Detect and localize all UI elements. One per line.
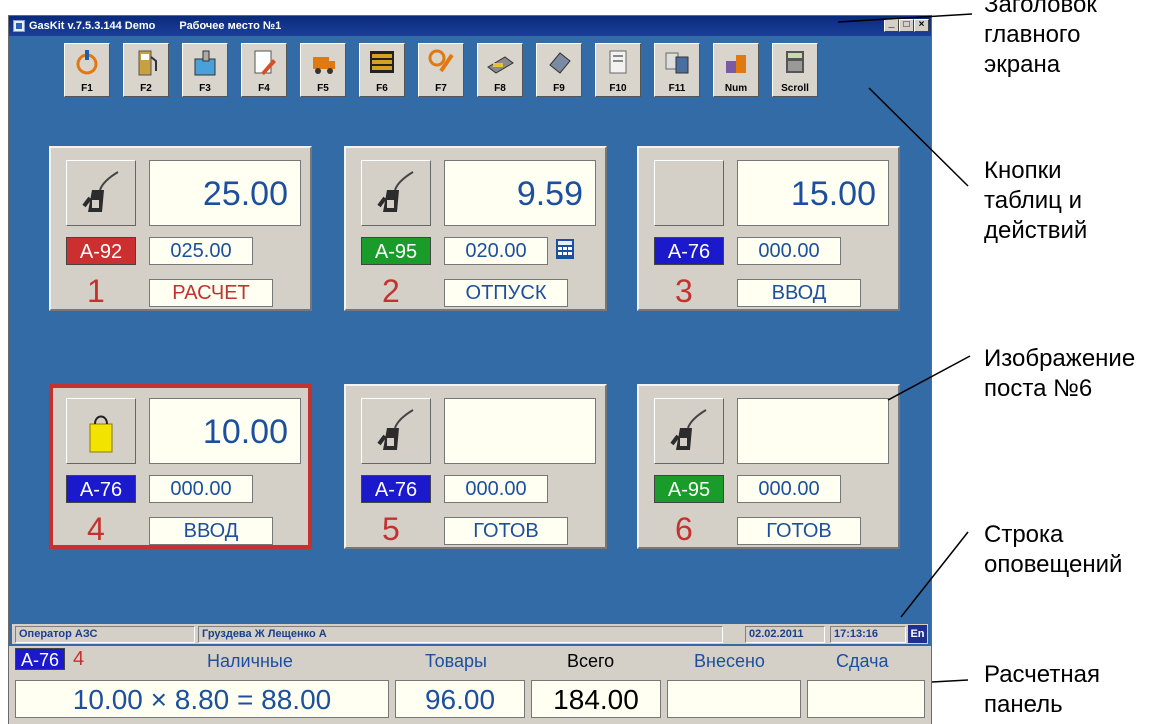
annotation-leader-lines [837,13,973,683]
